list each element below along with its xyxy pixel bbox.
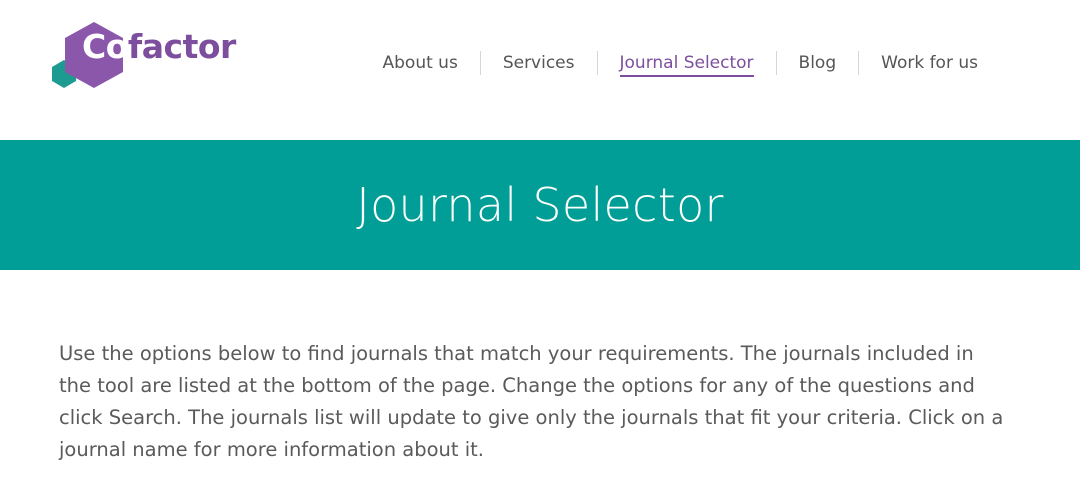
cofactor-logo-link[interactable]: Cofactor: [50, 20, 240, 92]
page-title: Journal Selector: [356, 178, 724, 232]
nav-link-journal-selector[interactable]: Journal Selector: [598, 50, 776, 77]
logo-wordmark: Cofactor: [82, 30, 236, 63]
nav-label-blog: Blog: [798, 53, 837, 73]
nav-item-about-us: About us: [361, 50, 480, 76]
nav-link-about-us[interactable]: About us: [361, 50, 480, 76]
nav-item-journal-selector: Journal Selector: [598, 50, 776, 77]
nav-label-services: Services: [502, 53, 575, 73]
page: Cofactor About us Services Journal Selec…: [0, 0, 1080, 486]
nav-item-services: Services: [481, 50, 597, 76]
nav-label-about-us: About us: [382, 53, 458, 73]
nav-item-work-for-us: Work for us: [859, 50, 1000, 76]
logo-text-first: Co: [82, 27, 128, 66]
hero-banner: Journal Selector: [0, 140, 1080, 270]
intro-paragraph: Use the options below to find journals t…: [59, 342, 1004, 461]
nav-label-work-for-us: Work for us: [881, 53, 978, 73]
nav-link-work-for-us[interactable]: Work for us: [859, 50, 1000, 76]
nav-link-services[interactable]: Services: [481, 50, 597, 76]
logo-text-rest: factor: [127, 27, 236, 66]
site-header: Cofactor About us Services Journal Selec…: [0, 0, 1080, 140]
nav-item-blog: Blog: [777, 50, 859, 76]
nav-link-blog[interactable]: Blog: [777, 50, 859, 76]
nav-label-journal-selector: Journal Selector: [619, 53, 754, 77]
main-nav: About us Services Journal Selector Blog …: [361, 50, 1000, 77]
